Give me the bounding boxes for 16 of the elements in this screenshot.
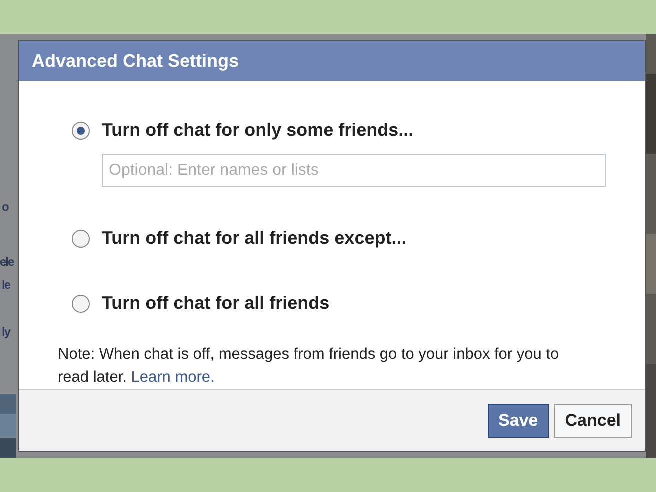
dialog-title: Advanced Chat Settings — [32, 50, 240, 73]
learn-more-link[interactable]: Learn more. — [131, 369, 215, 386]
names-input-field[interactable]: Optional: Enter names or lists — [102, 154, 606, 188]
option-label[interactable]: Turn off chat for only some friends... — [102, 117, 414, 144]
background-text: ly — [2, 324, 10, 341]
radio-button[interactable] — [72, 230, 90, 248]
radio-button[interactable] — [72, 294, 90, 313]
save-button[interactable]: Save — [488, 404, 550, 438]
radio-button[interactable] — [72, 122, 90, 140]
option-label[interactable]: Turn off chat for all friends — [102, 290, 330, 318]
cancel-button[interactable]: Cancel — [554, 404, 632, 438]
background-text: ele — [0, 254, 14, 271]
option-label[interactable]: Turn off chat for all friends except... — [102, 225, 407, 252]
note-text: Note: When chat is off, messages from friends go to your inbox for you to read later. Learn more. — [58, 345, 560, 388]
background-text: o — [2, 199, 8, 216]
background-text: le — [2, 277, 10, 294]
